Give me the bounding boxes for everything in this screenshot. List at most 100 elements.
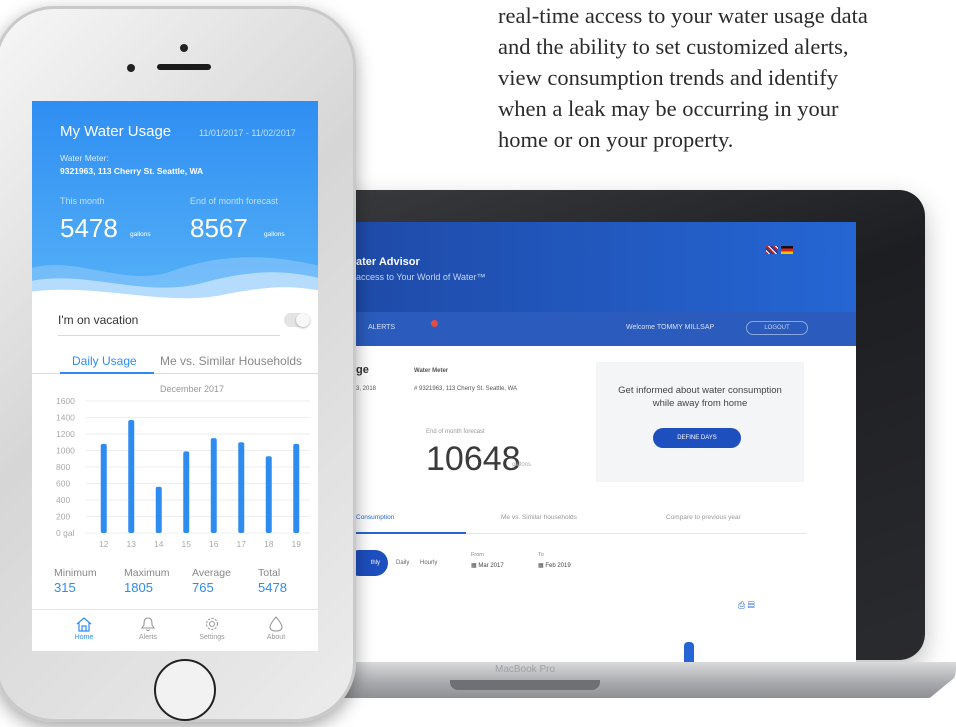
tab-indicator xyxy=(60,372,154,374)
stat-average: Average 765 xyxy=(192,567,231,595)
tabbar-about[interactable]: About xyxy=(254,616,298,641)
meter-label: Water Meter: xyxy=(60,153,109,163)
home-icon xyxy=(76,617,92,632)
gear-icon xyxy=(205,617,219,631)
tab-similar[interactable]: Me vs. Similar households xyxy=(501,514,577,521)
chart-bar xyxy=(128,419,135,533)
stat-value: 1805 xyxy=(124,580,153,595)
chart-bar xyxy=(265,456,272,533)
date-range[interactable]: 11/01/2017 - 11/02/2017 xyxy=(199,128,296,138)
chart-bar xyxy=(183,451,190,533)
stat-total: Total 5478 xyxy=(258,567,287,595)
web-app-title: ater Advisor xyxy=(356,256,420,268)
y-tick-label: 1000 xyxy=(56,446,75,456)
y-tick-label: 200 xyxy=(56,512,70,522)
daily-usage-chart: 1600 1400 1200 1000 800 600 400 200 0 gal Decembe… xyxy=(32,381,318,561)
laptop-screen: ater Advisor access to Your World of Wat… xyxy=(326,222,856,662)
stat-value: 5478 xyxy=(258,580,287,595)
period-hourly-button[interactable]: Hourly xyxy=(420,560,437,566)
vacation-label: I'm on vacation xyxy=(58,313,139,327)
forecast-label: End of month forecast xyxy=(190,196,279,206)
chart-title: December 2017 xyxy=(160,384,224,394)
to-date-picker[interactable]: To ▦ Feb 2019 xyxy=(538,552,571,569)
logout-button[interactable]: LOGOUT xyxy=(746,321,808,335)
from-date-picker[interactable]: From ▦ Mar 2017 xyxy=(471,552,504,569)
y-tick-label: 0 gal xyxy=(56,528,75,538)
usage-heading: ge xyxy=(356,364,369,376)
x-tick-label: 15 xyxy=(182,539,192,549)
chart-bar xyxy=(293,443,300,533)
laptop-base xyxy=(300,662,956,698)
stat-minimum: Minimum 315 xyxy=(54,567,97,595)
forecast-value: 8567 xyxy=(190,213,248,243)
to-value: ▦ Feb 2019 xyxy=(538,563,571,569)
stat-label: Total xyxy=(258,567,281,579)
web-chart-bar xyxy=(684,642,694,662)
y-tick-label: 600 xyxy=(56,479,70,489)
promo-line: when a leak may be occurring in your xyxy=(498,96,839,121)
tabbar-label: Alerts xyxy=(139,634,157,641)
chart-bar xyxy=(100,443,107,533)
stat-value: 765 xyxy=(192,580,214,595)
stat-maximum: Maximum 1805 xyxy=(124,567,170,595)
web-tabs: Consumption Me vs. Similar households Co… xyxy=(326,504,826,534)
this-month-value: 5478 xyxy=(60,213,118,243)
y-tick-label: 1200 xyxy=(56,429,75,439)
toggle-knob xyxy=(296,313,310,327)
de-flag-icon[interactable] xyxy=(781,246,793,254)
bottom-tabbar: Home Alerts Settings About xyxy=(32,609,318,651)
uk-flag-icon[interactable] xyxy=(766,246,778,254)
tabbar-settings[interactable]: Settings xyxy=(190,616,234,641)
forecast-unit: gallons xyxy=(264,231,285,238)
divider xyxy=(466,533,806,534)
web-header: ater Advisor access to Your World of Wat… xyxy=(326,222,856,312)
bell-icon xyxy=(140,617,156,632)
card-line: Get informed about water consumption xyxy=(618,385,782,396)
y-tick-label: 1600 xyxy=(56,396,75,406)
tab-consumption[interactable]: Consumption xyxy=(356,514,394,521)
app-title: My Water Usage xyxy=(60,123,172,140)
camera-icon xyxy=(180,44,188,52)
vacation-toggle[interactable] xyxy=(284,313,310,327)
y-tick-label: 1400 xyxy=(56,413,75,423)
language-selector[interactable] xyxy=(766,246,796,256)
print-icon[interactable]: ⎙ ▤ xyxy=(738,600,755,611)
nav-item-alerts[interactable]: ALERTS xyxy=(368,324,395,331)
promo-line: real-time access to your water usage dat… xyxy=(498,3,868,28)
this-month-unit: gallons xyxy=(130,231,151,238)
card-line: while away from home xyxy=(652,398,748,409)
y-tick-label: 400 xyxy=(56,495,70,505)
tab-previous-year[interactable]: Compare to previous year xyxy=(666,514,741,521)
usage-chart-svg: 1600 1400 1200 1000 800 600 400 200 0 gal Decembe… xyxy=(56,384,310,549)
define-days-button[interactable]: DEFINE DAYS xyxy=(653,428,741,448)
meter-value: # 9321963, 113 Cherry St. Seattle, WA xyxy=(414,386,518,392)
vacation-card: Get informed about water consumption whi… xyxy=(596,362,804,482)
tabbar-alerts[interactable]: Alerts xyxy=(126,616,170,641)
tabbar-label: Settings xyxy=(199,634,225,641)
period-daily-button[interactable]: Daily xyxy=(396,560,409,566)
this-month-label: This month xyxy=(60,196,105,206)
meter-label: Water Meter xyxy=(414,368,449,374)
x-tick-label: 12 xyxy=(99,539,109,549)
from-label: From xyxy=(471,552,484,558)
usage-date: 3, 2018 xyxy=(356,386,377,392)
chart-bar xyxy=(238,442,245,533)
vacation-card-text: Get informed about water consumption whi… xyxy=(596,384,804,410)
stat-label: Maximum xyxy=(124,567,170,579)
tab-similar-households[interactable]: Me vs. Similar Households xyxy=(160,354,302,368)
x-tick-label: 19 xyxy=(292,539,302,549)
home-hardware-button[interactable] xyxy=(154,659,216,721)
phone-device: My Water Usage 11/01/2017 - 11/02/2017 W… xyxy=(0,6,356,722)
tab-daily-usage[interactable]: Daily Usage xyxy=(72,354,137,368)
promo-text: real-time access to your water usage dat… xyxy=(498,0,956,155)
x-tick-label: 17 xyxy=(237,539,247,549)
forecast-unit: gallons xyxy=(512,462,532,468)
tabbar-label: Home xyxy=(74,634,94,641)
from-value: ▦ Mar 2017 xyxy=(471,563,504,569)
tabbar-label: About xyxy=(266,634,286,641)
x-tick-label: 16 xyxy=(209,539,219,549)
speaker-grille xyxy=(157,64,211,70)
water-drop-icon xyxy=(269,616,283,632)
tabbar-home[interactable]: Home xyxy=(62,616,106,641)
stat-label: Average xyxy=(192,567,231,579)
